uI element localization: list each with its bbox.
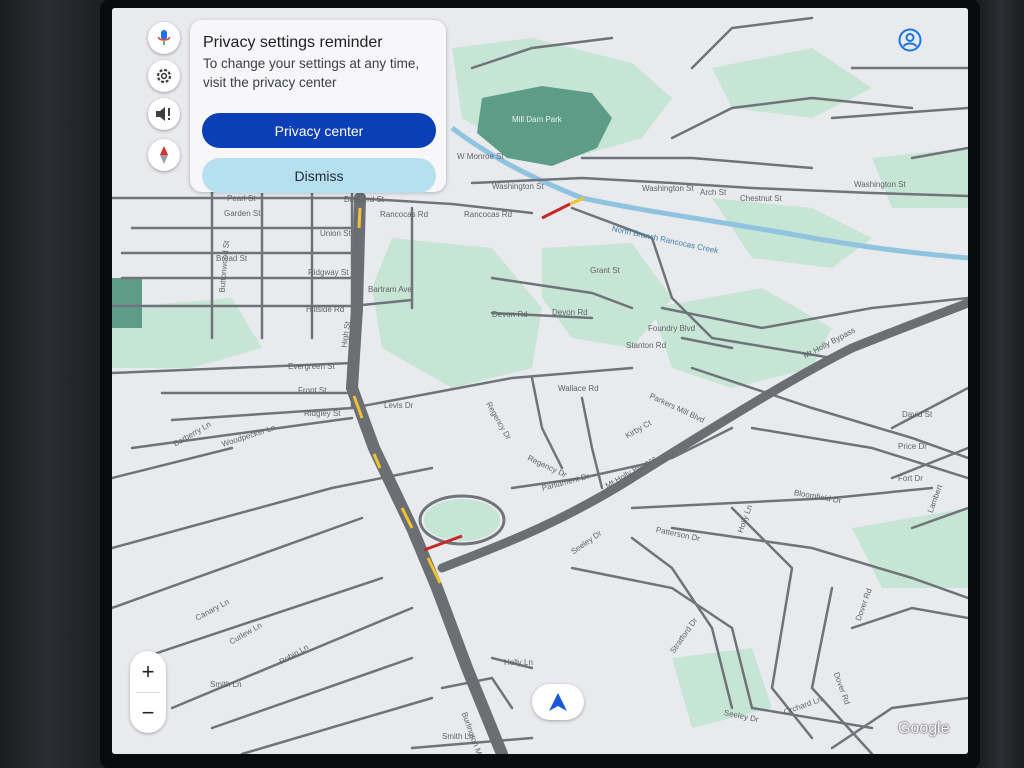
road-label: Smith Ln — [210, 680, 242, 689]
road-label: David St — [902, 410, 933, 419]
park-label: Mill Dam Park — [512, 115, 562, 124]
road-label: Ridgway St — [308, 268, 349, 277]
zoom-in-button[interactable]: + — [130, 651, 166, 692]
road-label: Devon Rd — [552, 308, 588, 317]
road-label: Fort Dr — [898, 474, 923, 483]
road-label: Rancocas Rd — [380, 210, 429, 219]
road-label: Chestnut St — [740, 194, 782, 203]
road-label: Foundry Blvd — [648, 324, 696, 333]
audio-alerts-button[interactable] — [148, 98, 180, 130]
road-label: Garden St — [224, 209, 261, 218]
voice-search-button[interactable] — [148, 22, 180, 54]
navigation-arrow-icon — [549, 693, 567, 711]
google-logo: Google — [898, 720, 950, 737]
road-label: Devon Rd — [492, 310, 528, 319]
recenter-button[interactable] — [532, 684, 584, 720]
dismiss-button[interactable]: Dismiss — [202, 158, 436, 193]
mic-icon — [157, 30, 171, 45]
road-label: Bartram Ave — [368, 285, 412, 294]
zoom-out-button[interactable]: − — [130, 692, 166, 733]
zoom-control: + − — [130, 651, 166, 733]
dialog-title: Privacy settings reminder — [203, 34, 383, 51]
road-label: Wallace Rd — [558, 384, 599, 393]
road-label: Arch St — [700, 188, 727, 197]
road-label: Stanton Rd — [626, 341, 667, 350]
road-label: Grant St — [590, 266, 620, 275]
settings-button[interactable] — [148, 60, 180, 92]
road-label: Levis Dr — [384, 401, 414, 410]
road-label: Evergreen St — [288, 362, 335, 371]
compass-button[interactable] — [148, 139, 180, 171]
account-circle-icon — [898, 28, 922, 52]
dialog-body: To change your settings at any time, vis… — [203, 56, 420, 90]
road-label: Ridgley St — [304, 409, 341, 418]
road-label: Price Dr — [898, 442, 927, 451]
road-label: Washington St — [492, 182, 544, 191]
road-label: Holly Ln — [504, 658, 533, 667]
privacy-center-button[interactable]: Privacy center — [202, 113, 436, 148]
road-label: Hillside Rd — [306, 305, 345, 314]
road-label: Pearl St — [227, 194, 256, 203]
gear-icon — [156, 68, 172, 84]
road-label: Washington St — [642, 184, 694, 193]
road-label: Rancocas Rd — [464, 210, 513, 219]
road-label: Washington St — [854, 180, 906, 189]
account-button[interactable] — [896, 26, 924, 54]
road-label: Union St — [320, 229, 351, 238]
privacy-reminder-dialog: Privacy settings reminder To change your… — [190, 20, 446, 193]
speaker-alert-icon — [156, 107, 170, 121]
road-label: Front St — [298, 386, 327, 395]
road-label: W Monroe St — [457, 152, 504, 161]
map-screen[interactable]: Mill Dam Park Pearl St Garden St Union S… — [112, 8, 968, 754]
compass-icon — [160, 146, 168, 164]
road-label: Brainerd St — [344, 195, 385, 204]
